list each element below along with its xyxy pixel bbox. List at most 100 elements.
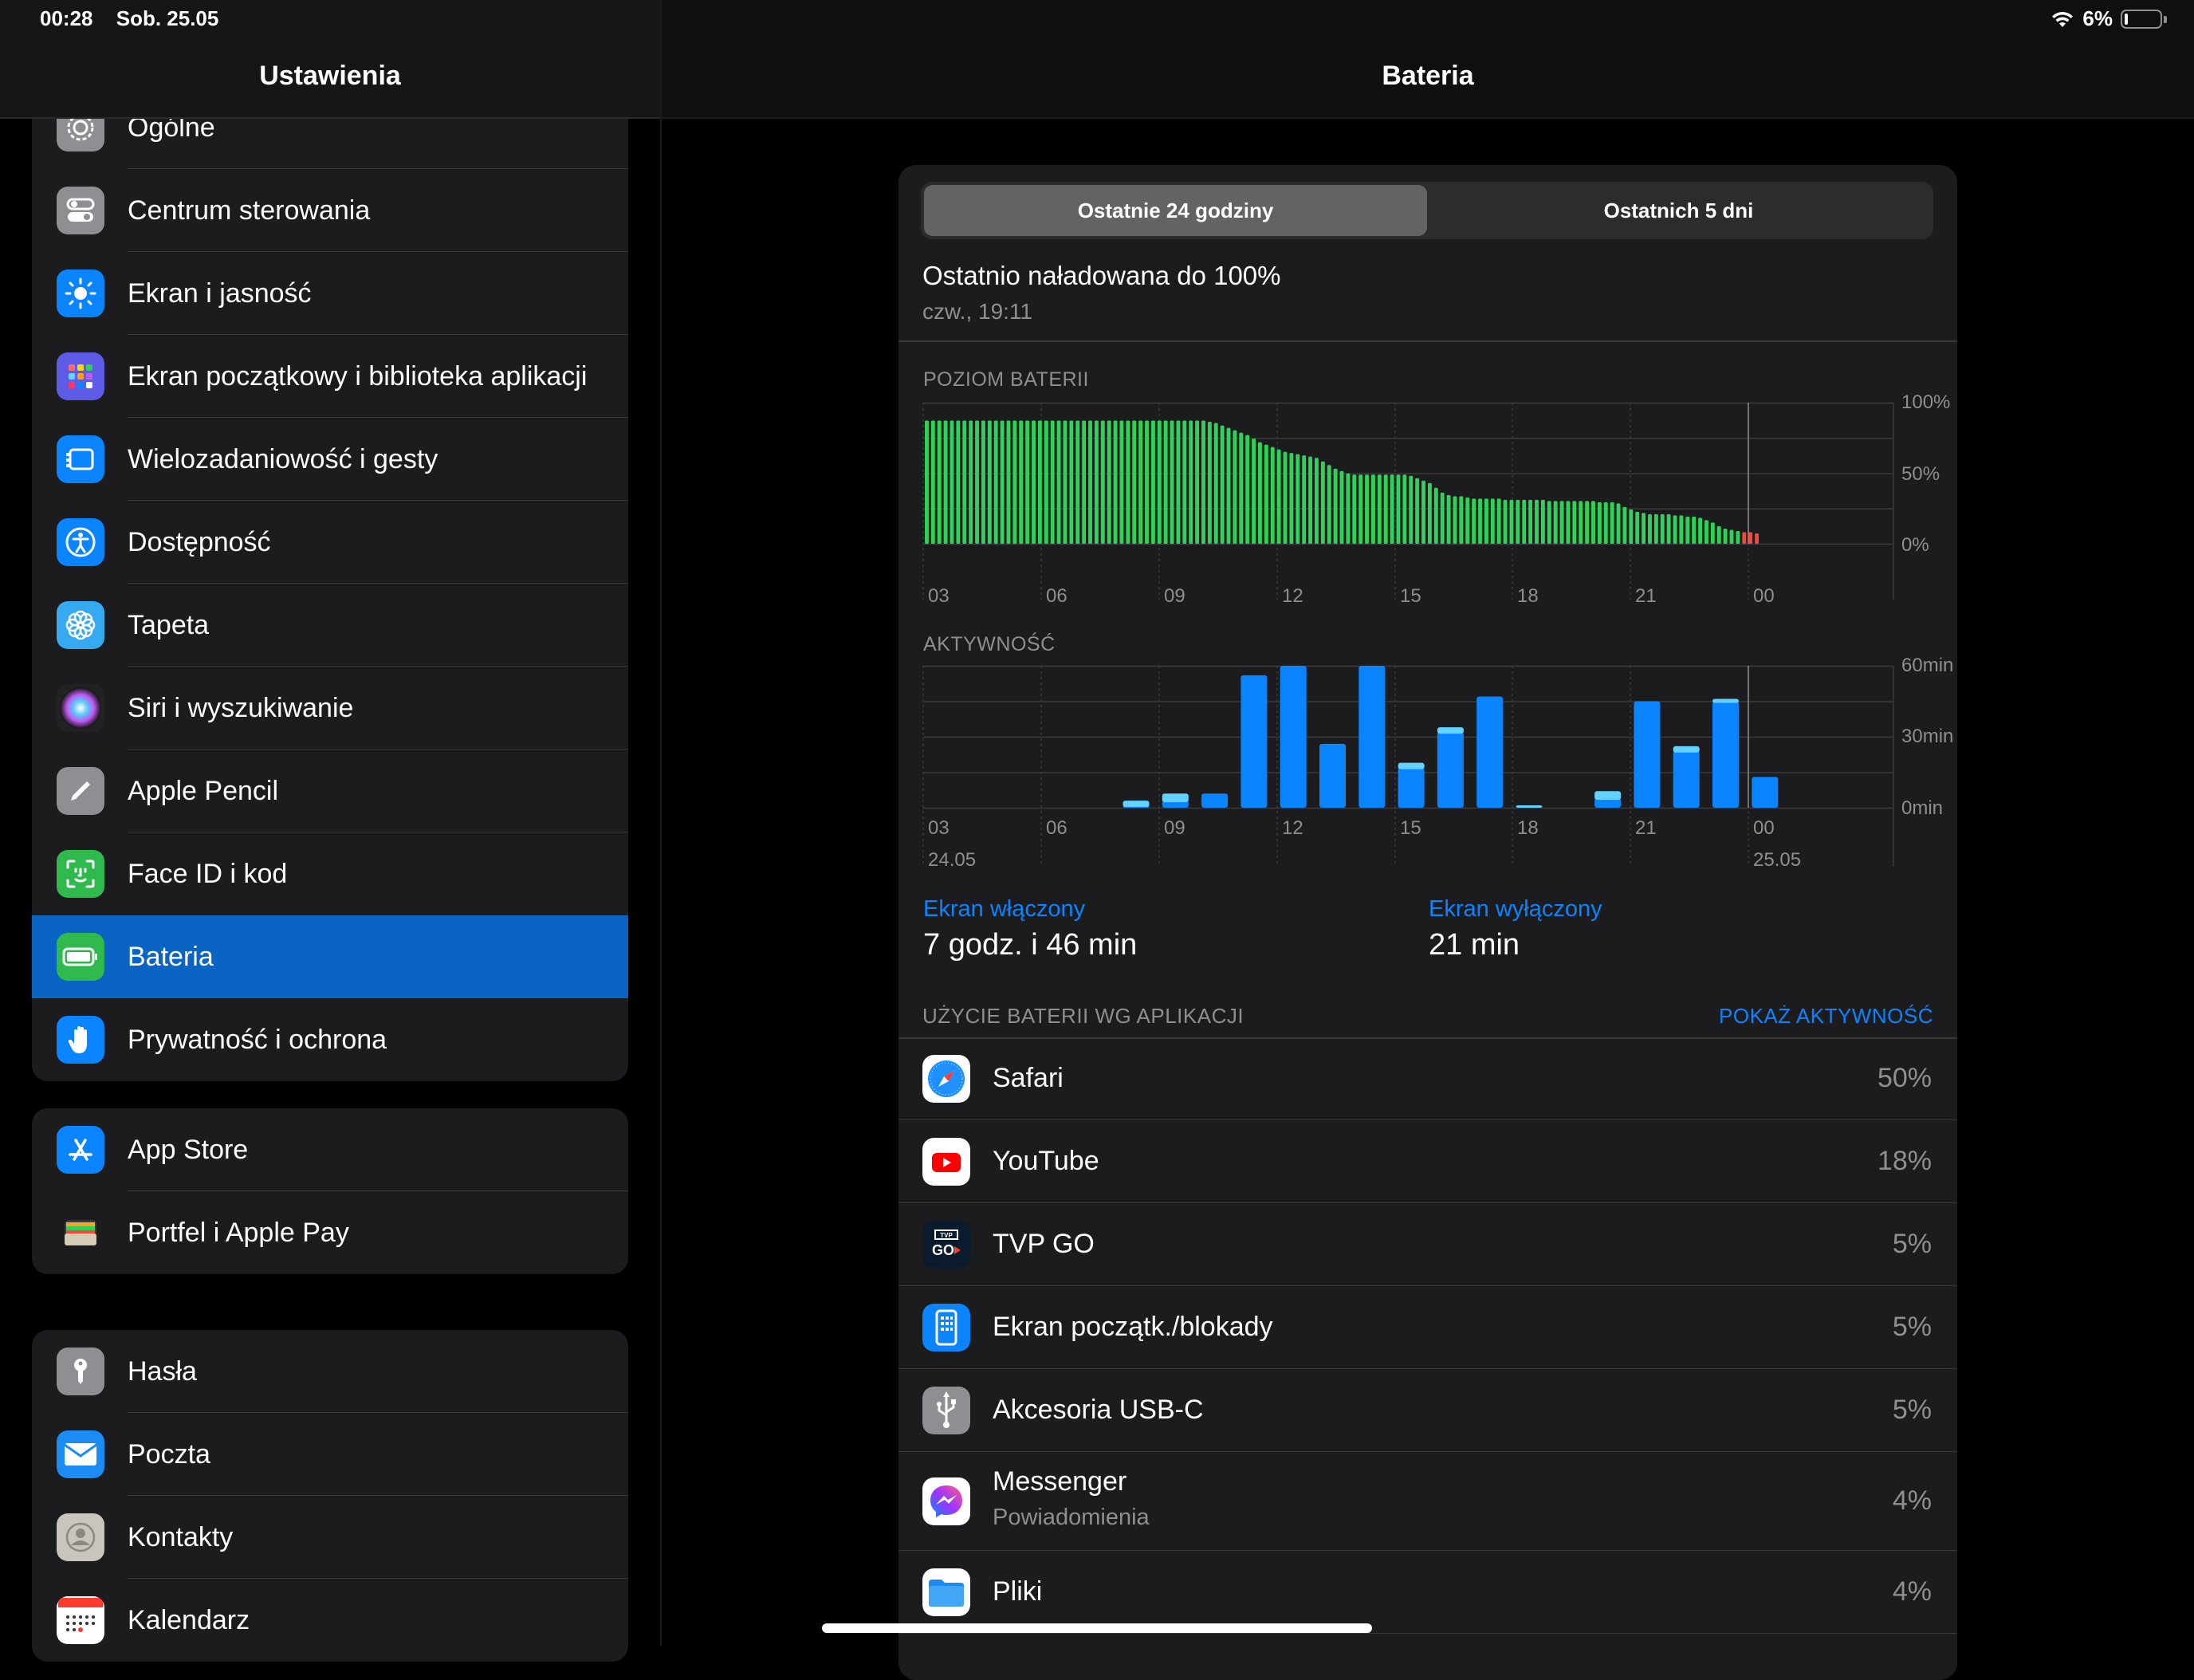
battery-level-bar — [981, 420, 985, 544]
activity-x-tick-label: 09 — [1164, 817, 1185, 839]
battery-level-bar — [1472, 498, 1476, 544]
sidebar-item-dostępność[interactable]: Dostępność — [32, 501, 628, 584]
battery-level-bar — [993, 420, 998, 544]
battery-level-bar — [1006, 420, 1011, 544]
battery-level-bar — [1308, 456, 1313, 544]
youtube-icon — [922, 1138, 970, 1186]
sidebar-item-kalendarz[interactable]: Kalendarz — [32, 1579, 628, 1662]
battery-level-bar — [1258, 442, 1262, 544]
battery-level-bar — [1629, 509, 1634, 544]
battery-level-bar — [1610, 502, 1614, 544]
battery-level-bar — [1069, 420, 1074, 544]
battery-level-bar — [1396, 474, 1401, 544]
sidebar-item-wielozadaniowość-i-gesty[interactable]: Wielozadaniowość i gesty — [32, 418, 628, 501]
battery-level-bar — [1642, 513, 1646, 544]
accessibility-icon — [57, 518, 104, 566]
sidebar-item-ekran-i-jasność[interactable]: Ekran i jasność — [32, 252, 628, 335]
activity-x-tick-label: 18 — [1517, 817, 1539, 839]
activity-screen-on-bar — [1398, 767, 1425, 808]
sidebar-item-bateria[interactable]: Bateria — [32, 915, 628, 998]
settings-group: Hasła Poczta Kontakty Kalendarz — [32, 1330, 628, 1662]
battery-level-bar — [1427, 482, 1432, 544]
battery-level-bar — [1522, 499, 1527, 544]
app-usage-row[interactable]: TVP GO TVP GO 5% — [898, 1203, 1957, 1286]
sidebar-item-label: Wielozadaniowość i gesty — [128, 444, 438, 474]
activity-x-tick-label: 21 — [1635, 817, 1657, 839]
battery-level-bar — [1182, 420, 1187, 544]
battery-level-bar — [1320, 461, 1325, 544]
sidebar-item-tapeta[interactable]: Tapeta — [32, 584, 628, 667]
sidebar-item-hasła[interactable]: Hasła — [32, 1330, 628, 1413]
sidebar-item-label: App Store — [128, 1135, 249, 1165]
sidebar-item-ekran-początkowy-i-biblioteka-aplikacji[interactable]: Ekran początkowy i biblioteka aplikacji — [32, 335, 628, 418]
app-subtitle: Powiadomienia — [993, 1505, 1150, 1530]
activity-screen-off-bar — [1516, 805, 1543, 808]
battery-level-bar — [1012, 420, 1017, 544]
app-usage-row[interactable]: YouTube 18% — [898, 1120, 1957, 1203]
activity-screen-off-bar — [1673, 746, 1700, 753]
activity-screen-off-bar — [1712, 698, 1739, 703]
battery-level-bar — [1119, 420, 1124, 544]
show-activity-link[interactable]: POKAŻ AKTYWNOŚĆ — [1719, 1004, 1933, 1029]
app-usage-row[interactable]: Safari 50% — [898, 1037, 1957, 1120]
sidebar-item-app-store[interactable]: App Store — [32, 1108, 628, 1191]
battery-level-bar — [1566, 501, 1571, 544]
battery-level-bar — [1327, 465, 1331, 544]
battery-level-bar — [1163, 420, 1168, 544]
sidebar-item-label: Prywatność i ochrona — [128, 1025, 387, 1055]
battery-y-tick-label: 100% — [1901, 391, 1950, 413]
activity-x-tick-label: 03 — [928, 817, 950, 839]
svg-text:TVP: TVP — [940, 1232, 953, 1239]
activity-x-tick-label: 00 — [1753, 817, 1775, 839]
sidebar-item-face-id-i-kod[interactable]: Face ID i kod — [32, 832, 628, 915]
screen-off-value: 21 min — [1429, 928, 1520, 962]
sidebar-item-apple-pencil[interactable]: Apple Pencil — [32, 750, 628, 832]
sidebar-item-portfel-i-apple-pay[interactable]: Portfel i Apple Pay — [32, 1191, 628, 1274]
battery-level-bar — [1220, 425, 1225, 544]
sidebar-item-siri-i-wyszukiwanie[interactable]: Siri i wyszukiwanie — [32, 667, 628, 750]
battery-level-bar — [1478, 498, 1482, 544]
sidebar-item-centrum-sterowania[interactable]: Centrum sterowania — [32, 169, 628, 252]
battery-level-bar — [1710, 522, 1715, 544]
battery-level-bar — [1339, 470, 1344, 544]
battery-level-bar — [1540, 499, 1545, 544]
app-usage-row[interactable]: Messenger Powiadomienia 4% — [898, 1452, 1957, 1551]
app-usage-row[interactable]: Ekran początk./blokady 5% — [898, 1286, 1957, 1369]
battery-x-tick-label: 12 — [1282, 585, 1303, 607]
battery-level-bar — [1370, 474, 1375, 544]
battery-level-bar — [1283, 451, 1288, 544]
battery-level-bar — [1019, 420, 1024, 544]
battery-level-bar — [1094, 420, 1099, 544]
screen-on-label: Ekran włączony — [923, 896, 1086, 922]
battery-level-bar — [925, 420, 929, 544]
sidebar-item-label: Portfel i Apple Pay — [128, 1218, 349, 1248]
sidebar-item-prywatność-i-ochrona[interactable]: Prywatność i ochrona — [32, 998, 628, 1081]
battery-level-bar — [975, 420, 979, 544]
battery-level-bar — [1528, 499, 1533, 544]
pencil-icon — [57, 767, 104, 815]
battery-level-bar — [1446, 494, 1451, 544]
battery-level-bar — [1239, 432, 1244, 544]
sidebar-item-label: Siri i wyszukiwanie — [128, 693, 354, 723]
battery-level-bar — [1270, 447, 1275, 544]
battery-level-bar — [1755, 533, 1760, 544]
battery-level-bar — [1037, 420, 1042, 544]
appstore-icon — [57, 1126, 104, 1174]
sidebar-item-kontakty[interactable]: Kontakty — [32, 1496, 628, 1579]
app-usage-row[interactable]: Akcesoria USB-C 5% — [898, 1369, 1957, 1452]
sidebar-item-poczta[interactable]: Poczta — [32, 1413, 628, 1496]
activity-screen-on-bar — [1358, 666, 1386, 808]
sidebar: Ogólne Centrum sterowania Ekran i jasność E… — [0, 0, 662, 1662]
key-icon — [57, 1348, 104, 1395]
battery-x-tick-label: 06 — [1046, 585, 1068, 607]
battery-level-bar — [1315, 458, 1319, 544]
activity-screen-off-bar — [1594, 791, 1622, 801]
battery-level-bar — [1050, 420, 1055, 544]
battery-level-bar — [1692, 516, 1697, 544]
home-indicator[interactable] — [822, 1623, 1372, 1633]
battery-level-bar — [1082, 420, 1087, 544]
battery-level-bar — [930, 420, 935, 544]
activity-screen-off-bar — [1123, 801, 1150, 808]
app-usage-row[interactable]: Pliki 4% — [898, 1551, 1957, 1634]
battery-level-bar — [1459, 496, 1464, 544]
